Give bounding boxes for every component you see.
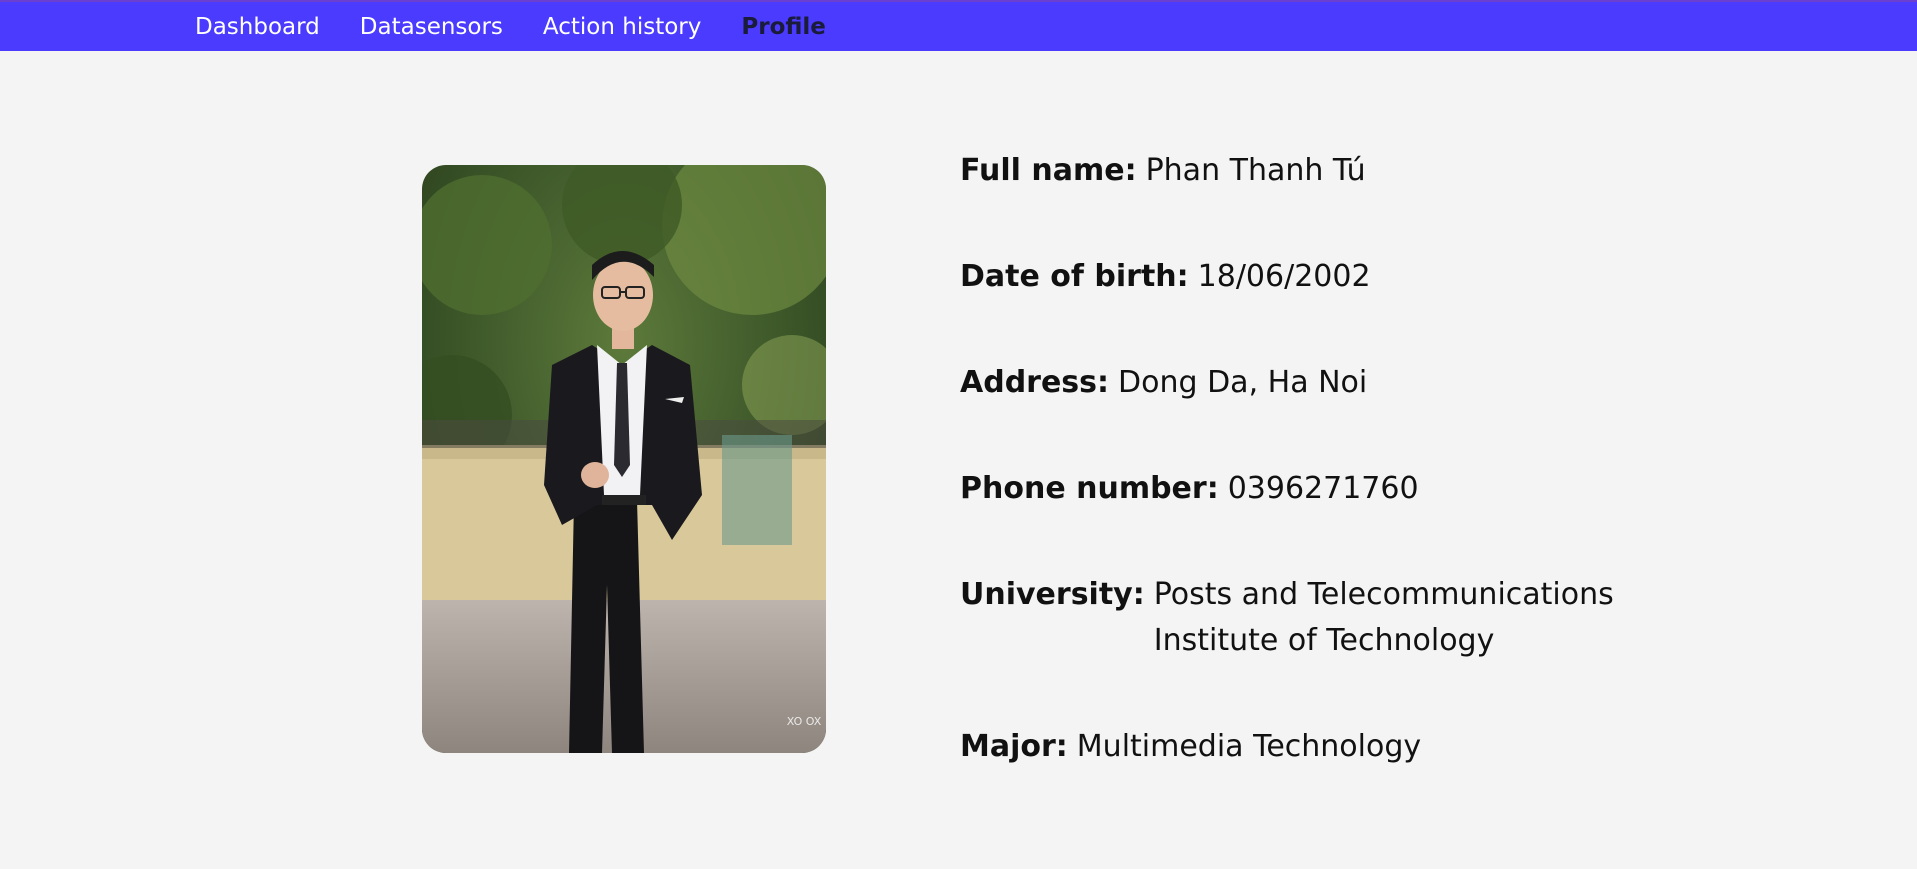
dob-label: Date of birth: bbox=[960, 259, 1189, 294]
nav-profile[interactable]: Profile bbox=[741, 14, 826, 40]
full-name-row: Full name: Phan Thanh Tú bbox=[960, 148, 1366, 194]
address-row: Address: Dong Da, Ha Noi bbox=[960, 360, 1367, 406]
major-label: Major: bbox=[960, 729, 1068, 764]
top-navbar: Dashboard Datasensors Action history Pro… bbox=[0, 0, 1917, 51]
phone-value: 0396271760 bbox=[1227, 471, 1419, 506]
photo-watermark: XO OX bbox=[787, 715, 822, 728]
address-value: Dong Da, Ha Noi bbox=[1118, 365, 1368, 400]
dob-row: Date of birth: 18/06/2002 bbox=[960, 254, 1371, 300]
address-label: Address: bbox=[960, 365, 1110, 400]
major-value: Multimedia Technology bbox=[1076, 729, 1422, 764]
main-nav: Dashboard Datasensors Action history Pro… bbox=[195, 2, 826, 51]
university-row: University: Posts and Telecommunications… bbox=[960, 572, 1624, 664]
phone-label: Phone number: bbox=[960, 471, 1219, 506]
major-row: Major: Multimedia Technology bbox=[960, 724, 1421, 770]
university-value: Posts and Telecommunications Institute o… bbox=[1153, 577, 1614, 658]
nav-datasensors[interactable]: Datasensors bbox=[360, 14, 503, 40]
university-label: University: bbox=[960, 577, 1145, 612]
profile-photo: XO OX bbox=[422, 165, 826, 753]
phone-row: Phone number: 0396271760 bbox=[960, 466, 1419, 512]
dob-value: 18/06/2002 bbox=[1197, 259, 1371, 294]
nav-dashboard[interactable]: Dashboard bbox=[195, 14, 320, 40]
nav-action-history[interactable]: Action history bbox=[543, 14, 701, 40]
full-name-label: Full name: bbox=[960, 153, 1137, 188]
full-name-value: Phan Thanh Tú bbox=[1145, 153, 1366, 188]
